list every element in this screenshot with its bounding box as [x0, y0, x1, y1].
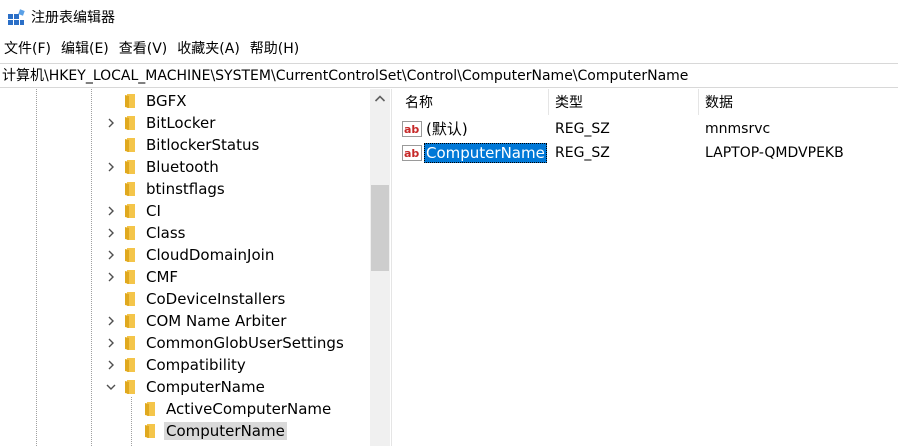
menu-view[interactable]: 查看(V): [115, 38, 174, 60]
menu-edit[interactable]: 编辑(E): [57, 38, 115, 60]
chevron-right-icon[interactable]: [104, 314, 118, 328]
tree-item[interactable]: CI: [0, 200, 370, 222]
tree-item[interactable]: ActiveComputerName: [0, 398, 370, 420]
chevron-right-icon[interactable]: [104, 226, 118, 240]
tree-item[interactable]: Bluetooth: [0, 156, 370, 178]
folder-icon: [145, 402, 155, 416]
address-bar[interactable]: 计算机\HKEY_LOCAL_MACHINE\SYSTEM\CurrentCon…: [0, 63, 898, 88]
folder-icon: [125, 336, 135, 350]
menu-file[interactable]: 文件(F): [0, 38, 57, 60]
tree-item[interactable]: Class: [0, 222, 370, 244]
folder-icon: [125, 314, 135, 328]
column-separator[interactable]: [548, 89, 549, 115]
chevron-right-icon[interactable]: [104, 160, 118, 174]
value-row-selected[interactable]: ab ComputerName REG_SZ LAPTOP-QMDVPEKB: [397, 141, 898, 165]
tree-item[interactable]: btinstflags: [0, 178, 370, 200]
folder-icon: [125, 160, 135, 174]
folder-icon: [125, 94, 135, 108]
chevron-down-icon[interactable]: [104, 380, 118, 394]
tree-item-label[interactable]: BitLocker: [144, 114, 217, 132]
folder-icon: [125, 248, 135, 262]
tree-scrollbar[interactable]: [370, 89, 390, 446]
tree-item-label[interactable]: Compatibility: [144, 356, 248, 374]
value-type: REG_SZ: [555, 121, 610, 137]
tree-item-label[interactable]: CoDeviceInstallers: [144, 290, 287, 308]
string-value-icon: ab: [402, 121, 422, 137]
tree-item-label[interactable]: CommonGlobUserSettings: [144, 334, 346, 352]
tree-item-label[interactable]: btinstflags: [144, 180, 227, 198]
folder-icon: [145, 424, 155, 438]
key-tree[interactable]: BGFX BitLocker BitlockerStatus Bluetooth bti…: [0, 89, 391, 446]
tree-item[interactable]: CMF: [0, 266, 370, 288]
chevron-right-icon[interactable]: [104, 336, 118, 350]
folder-icon: [125, 138, 135, 152]
tree-item[interactable]: BitLocker: [0, 112, 370, 134]
chevron-right-icon[interactable]: [104, 204, 118, 218]
menu-bar: 文件(F) 编辑(E) 查看(V) 收藏夹(A) 帮助(H): [0, 38, 305, 60]
tree-item[interactable]: Compatibility: [0, 354, 370, 376]
tree-item[interactable]: BitlockerStatus: [0, 134, 370, 156]
regedit-icon: [8, 9, 25, 25]
value-type: REG_SZ: [555, 145, 610, 161]
tree-item-label[interactable]: CMF: [144, 268, 180, 286]
scroll-up-arrow-icon[interactable]: [370, 89, 390, 109]
tree-item[interactable]: CloudDomainJoin: [0, 244, 370, 266]
address-path[interactable]: 计算机\HKEY_LOCAL_MACHINE\SYSTEM\CurrentCon…: [2, 67, 688, 85]
tree-item[interactable]: COM Name Arbiter: [0, 310, 370, 332]
tree-item-label[interactable]: CI: [144, 202, 163, 220]
svg-text:ab: ab: [404, 123, 419, 136]
folder-icon: [125, 358, 135, 372]
tree-item-label[interactable]: ComputerName: [164, 422, 287, 440]
menu-favorites[interactable]: 收藏夹(A): [173, 38, 246, 60]
folder-icon: [125, 380, 135, 394]
tree-item-label[interactable]: ComputerName: [144, 378, 267, 396]
folder-icon: [125, 204, 135, 218]
tree-item-label[interactable]: BGFX: [144, 92, 189, 110]
chevron-right-icon[interactable]: [104, 358, 118, 372]
folder-icon: [125, 270, 135, 284]
tree-item[interactable]: ComputerName: [0, 420, 370, 442]
column-header-type[interactable]: 类型: [555, 93, 583, 113]
folder-icon: [125, 116, 135, 130]
tree-item-label[interactable]: BitlockerStatus: [144, 136, 261, 154]
window-title: 注册表编辑器: [31, 10, 115, 26]
tree-item-label[interactable]: ActiveComputerName: [164, 400, 333, 418]
title-bar: 注册表编辑器: [0, 0, 898, 36]
chevron-right-icon[interactable]: [104, 116, 118, 130]
column-separator[interactable]: [698, 89, 699, 115]
chevron-right-icon[interactable]: [104, 248, 118, 262]
tree-item-label[interactable]: CloudDomainJoin: [144, 246, 276, 264]
svg-text:ab: ab: [404, 147, 419, 160]
tree-item[interactable]: CommonGlobUserSettings: [0, 332, 370, 354]
tree-item-label[interactable]: Class: [144, 224, 187, 242]
value-data: mnmsrvc: [705, 121, 771, 137]
value-name[interactable]: (默认): [424, 119, 470, 139]
value-data: LAPTOP-QMDVPEKB: [705, 145, 844, 161]
column-header-data[interactable]: 数据: [705, 93, 733, 113]
tree-item[interactable]: CoDeviceInstallers: [0, 288, 370, 310]
value-name[interactable]: ComputerName: [424, 143, 547, 163]
values-list[interactable]: 名称 类型 数据 ab (默认) REG_SZ mnmsrvc ab Compu…: [397, 89, 898, 446]
scroll-thumb[interactable]: [371, 185, 389, 271]
tree-item[interactable]: BGFX: [0, 90, 370, 112]
tree-item[interactable]: ComputerName: [0, 376, 370, 398]
value-row[interactable]: ab (默认) REG_SZ mnmsrvc: [397, 117, 898, 141]
column-header-name[interactable]: 名称: [405, 93, 433, 113]
tree-item-label[interactable]: Bluetooth: [144, 158, 221, 176]
folder-icon: [125, 292, 135, 306]
folder-icon: [125, 226, 135, 240]
folder-icon: [125, 182, 135, 196]
menu-help[interactable]: 帮助(H): [246, 38, 305, 60]
string-value-icon: ab: [402, 145, 422, 161]
chevron-right-icon[interactable]: [104, 270, 118, 284]
tree-item-label[interactable]: COM Name Arbiter: [144, 312, 288, 330]
